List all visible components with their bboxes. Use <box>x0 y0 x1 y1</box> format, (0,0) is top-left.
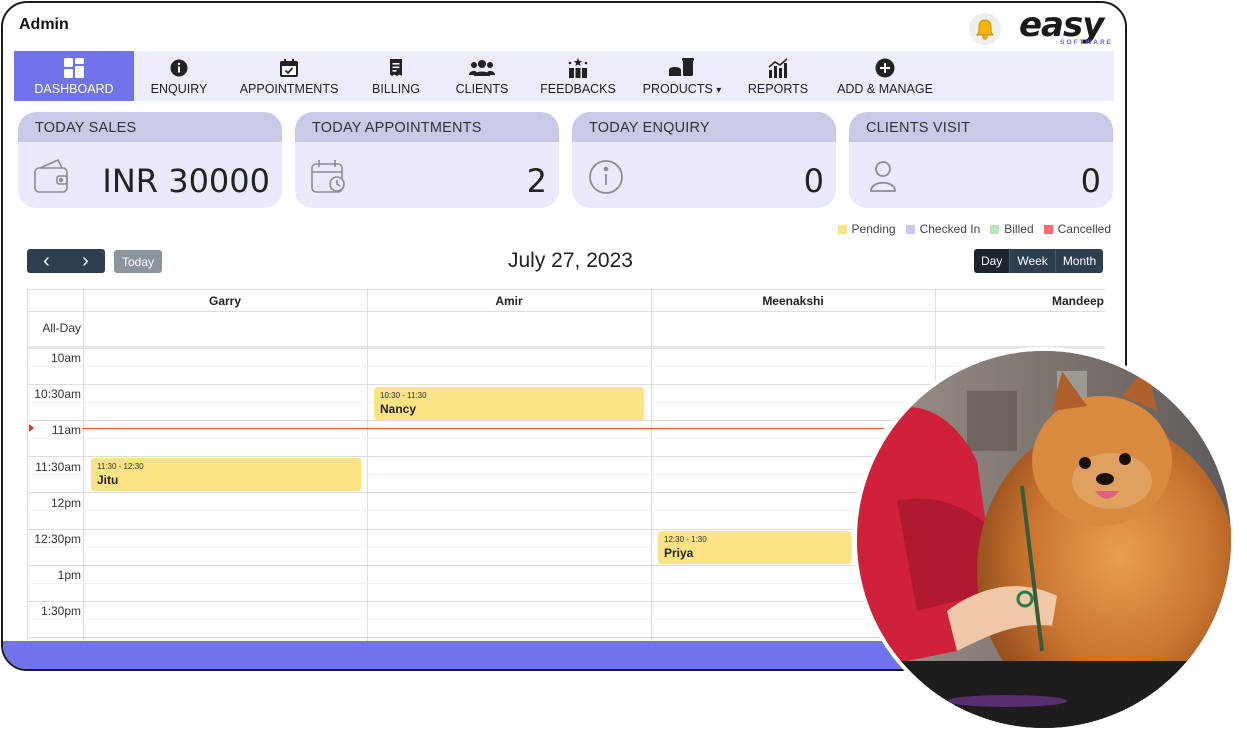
view-switcher: Day Week Month <box>974 249 1104 273</box>
dashboard-icon <box>63 57 85 79</box>
nav-label: FEEDBACKS <box>540 82 616 96</box>
nav-add-manage[interactable]: ADD & MANAGE <box>822 51 948 101</box>
card-value: 2 <box>526 162 547 200</box>
time-label: 11:30am <box>35 460 81 474</box>
nav-label: ADD & MANAGE <box>837 82 933 96</box>
event-time: 12:30 - 1:30 <box>664 535 707 544</box>
nav-billing[interactable]: BILLING <box>354 51 438 101</box>
nav-label-row: PRODUCTS ▾ <box>643 82 722 96</box>
calendar-nav-group: ‹ › <box>27 249 105 273</box>
app-title: Admin <box>19 16 69 33</box>
status-legend: Pending Checked In Billed Cancelled <box>837 222 1111 236</box>
dog-grooming-photo <box>853 347 1235 732</box>
nav-reports[interactable]: REPORTS <box>734 51 822 101</box>
card-title: TODAY SALES <box>18 112 282 142</box>
legend-label: Billed <box>1004 222 1034 236</box>
nav-label: PRODUCTS <box>642 82 713 96</box>
nav-label: APPOINTMENTS <box>239 82 339 96</box>
event-client: Priya <box>664 546 694 560</box>
nav-label: REPORTS <box>747 82 809 96</box>
brand-logo: easy SOFTWARE <box>1019 5 1115 49</box>
time-label: 10am <box>50 351 81 365</box>
info-icon <box>170 57 188 79</box>
card-today-enquiry[interactable]: TODAY ENQUIRY 0 <box>572 112 836 208</box>
card-title: TODAY APPOINTMENTS <box>295 112 559 142</box>
nav-appointments[interactable]: APPOINTMENTS <box>224 51 354 101</box>
legend-label: Cancelled <box>1057 222 1111 236</box>
current-time-line <box>82 428 884 429</box>
legend-pending: Pending <box>837 222 896 236</box>
nav-enquiry[interactable]: ENQUIRY <box>134 51 224 101</box>
chevron-left-icon: ‹ <box>43 250 50 272</box>
calendar-date-title: July 27, 2023 <box>508 249 633 272</box>
legend-swatch <box>905 224 915 234</box>
nav-label: DASHBOARD <box>34 82 114 96</box>
nav-clients[interactable]: CLIENTS <box>438 51 526 101</box>
time-label: 10:30am <box>34 387 81 401</box>
legend-swatch <box>837 224 847 234</box>
nav-dashboard[interactable]: DASHBOARD <box>14 51 134 101</box>
today-button[interactable]: Today <box>114 250 163 273</box>
nav-label: ENQUIRY <box>150 82 208 96</box>
event-time: 11:30 - 12:30 <box>97 462 144 471</box>
time-label: 12pm <box>50 496 81 510</box>
appointment-event[interactable]: 11:30 - 12:30 Jitu <box>91 458 361 491</box>
card-today-appointments[interactable]: TODAY APPOINTMENTS 2 <box>295 112 559 208</box>
info-circle-icon <box>586 158 626 201</box>
legend-swatch <box>1043 224 1053 234</box>
wallet-icon <box>32 158 72 201</box>
chevron-right-icon: › <box>82 250 89 272</box>
event-client: Nancy <box>380 402 417 416</box>
plus-circle-icon <box>875 57 895 79</box>
appointment-event[interactable]: 12:30 - 1:30 Priya <box>658 531 851 564</box>
nav-label: CLIENTS <box>455 82 509 96</box>
prev-button[interactable]: ‹ <box>27 249 66 273</box>
view-day-button[interactable]: Day <box>974 249 1010 273</box>
calendar-clock-icon <box>309 158 349 201</box>
staff-column-header: Amir <box>495 294 523 308</box>
event-client: Jitu <box>97 473 119 487</box>
all-day-label: All-Day <box>42 321 81 335</box>
time-label: 1pm <box>57 568 81 582</box>
feedback-icon <box>567 57 589 79</box>
card-value: 0 <box>803 162 824 200</box>
time-label: 1:30pm <box>40 604 81 618</box>
user-icon <box>863 158 903 201</box>
receipt-icon <box>387 57 405 79</box>
staff-column-header: Garry <box>208 294 242 308</box>
legend-label: Checked In <box>919 222 981 236</box>
event-time: 10:30 - 11:30 <box>380 391 427 400</box>
card-clients-visit[interactable]: CLIENTS VISIT 0 <box>849 112 1113 208</box>
users-icon <box>469 57 495 79</box>
main-navbar: DASHBOARD ENQUIRY APPOINTMENTS BILLING C… <box>14 51 1114 101</box>
staff-column-header: Mandeep <box>1051 294 1104 308</box>
legend-swatch <box>990 224 1000 234</box>
logo-subtitle: SOFTWARE <box>1060 39 1113 46</box>
next-button[interactable]: › <box>66 249 105 273</box>
view-week-button[interactable]: Week <box>1009 249 1055 273</box>
time-label: 12:30pm <box>34 532 81 546</box>
nav-products[interactable]: PRODUCTS ▾ <box>630 51 734 101</box>
calendar-check-icon <box>279 57 299 79</box>
products-icon <box>668 57 696 79</box>
nav-feedbacks[interactable]: FEEDBACKS <box>526 51 630 101</box>
appointment-event[interactable]: 10:30 - 11:30 Nancy <box>374 387 644 420</box>
card-title: TODAY ENQUIRY <box>572 112 836 142</box>
nav-label: BILLING <box>372 82 420 96</box>
current-time-marker <box>29 424 34 432</box>
legend-billed: Billed <box>990 222 1034 236</box>
chart-icon <box>767 57 789 79</box>
view-month-button[interactable]: Month <box>1054 249 1104 273</box>
card-value: 0 <box>1080 162 1101 200</box>
notification-bell-icon[interactable] <box>969 13 1001 45</box>
card-today-sales[interactable]: TODAY SALES INR 30000 <box>18 112 282 208</box>
card-title: CLIENTS VISIT <box>849 112 1113 142</box>
legend-label: Pending <box>851 222 896 236</box>
legend-cancelled: Cancelled <box>1043 222 1111 236</box>
chevron-down-icon: ▾ <box>716 85 722 96</box>
legend-checked-in: Checked In <box>905 222 981 236</box>
card-value: INR 30000 <box>102 162 270 200</box>
staff-column-header: Meenakshi <box>762 294 824 308</box>
